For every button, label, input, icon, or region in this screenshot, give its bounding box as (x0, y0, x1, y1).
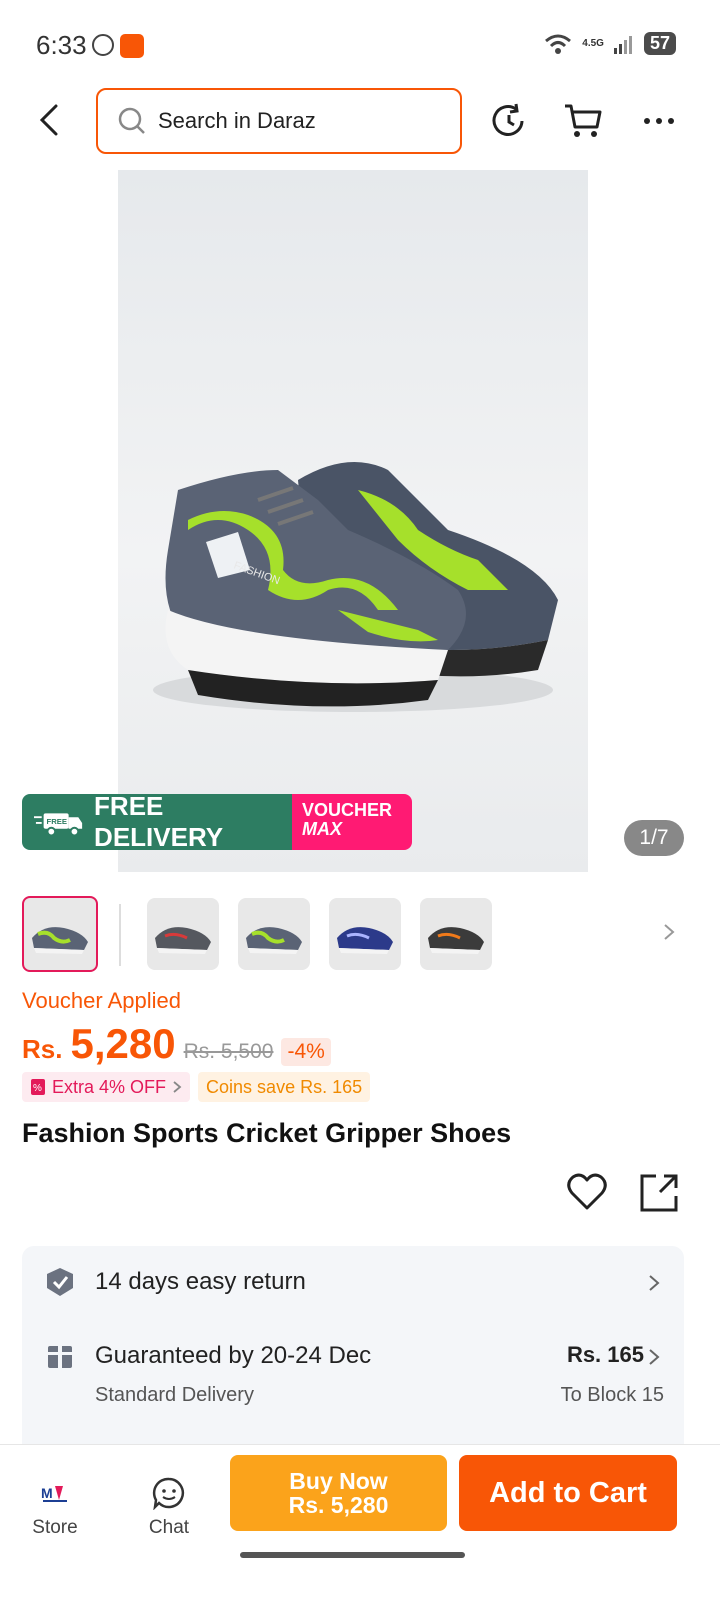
whatsapp-icon (92, 34, 114, 56)
store-logo-icon: M (41, 1485, 67, 1502)
wifi-icon (545, 34, 572, 54)
return-policy-text: 14 days easy return (95, 1268, 306, 1295)
shoe-thumbnail-image (337, 927, 393, 954)
svg-text:M: M (41, 1485, 53, 1501)
heart-icon (567, 1173, 607, 1210)
service-info-card: 14 days easy return Guaranteed by 20-24 … (22, 1246, 684, 1456)
coins-save-text: Coins save Rs. 165 (206, 1076, 363, 1097)
voucher-line2: MAX (302, 819, 342, 839)
buy-now-label: Buy Now (289, 1468, 388, 1494)
thumbnail-strip (22, 896, 702, 972)
offer-chips: % Extra 4% OFF Coins save Rs. 165 (22, 1072, 371, 1102)
share-button[interactable] (638, 1172, 680, 1219)
status-bar: 6:33 4.5G 57 (0, 0, 720, 84)
delivery-guarantee-text: Guaranteed by 20-24 Dec (95, 1342, 372, 1369)
delivery-location: To Block 15 (560, 1384, 664, 1406)
thumbnail-5[interactable] (420, 898, 492, 970)
cart-icon (565, 104, 602, 137)
chat-label: Chat (148, 1517, 190, 1538)
delivery-truck-icon: FREE (34, 813, 83, 837)
shoe-illustration: FASHION (153, 462, 558, 712)
coins-save-chip[interactable]: Coins save Rs. 165 (198, 1072, 371, 1102)
more-options-button[interactable] (638, 100, 680, 142)
add-to-cart-button[interactable]: Add to Cart (459, 1455, 677, 1531)
product-image[interactable]: FASHION (118, 170, 588, 872)
search-input[interactable]: Search in Daraz (96, 88, 462, 154)
free-tag-text: FREE (47, 817, 68, 826)
price-currency: Rs. (22, 1034, 63, 1064)
shoe-thumbnail-image (246, 927, 302, 954)
thumbnail-1[interactable] (22, 896, 98, 972)
thumbnail-3[interactable] (238, 898, 310, 970)
chevron-right-icon (649, 1275, 660, 1291)
more-dots-icon (644, 118, 674, 124)
bottom-action-bar: M Store Chat Buy Now Rs. 5,280 Add to Ca… (0, 1444, 720, 1600)
back-arrow-icon (39, 104, 58, 136)
wishlist-button[interactable] (566, 1172, 608, 1217)
chat-button[interactable]: Chat (124, 1473, 214, 1539)
price-row: Rs. 5,280 Rs. 5,500 -4% (22, 1020, 331, 1072)
search-icon (118, 107, 145, 134)
chevron-right-icon (664, 924, 675, 940)
free-delivery-badge: FREE FREE DELIVERY (22, 794, 292, 850)
cart-button[interactable] (562, 100, 604, 142)
history-icon (492, 103, 524, 136)
thumbnails-next-button[interactable] (662, 922, 676, 947)
network-type: 4.5G (582, 38, 604, 49)
signal-icon (613, 35, 632, 54)
package-icon (48, 1346, 72, 1368)
thumbnail-4[interactable] (329, 898, 401, 970)
back-button[interactable] (30, 100, 70, 140)
return-policy-row[interactable]: 14 days easy return (22, 1246, 684, 1318)
buy-now-price: Rs. 5,280 (288, 1492, 389, 1518)
extra-off-text: Extra 4% OFF (52, 1076, 167, 1097)
thumbnail-2[interactable] (147, 898, 219, 970)
shoe-thumbnail-image (155, 927, 211, 954)
chevron-right-icon (173, 1081, 182, 1093)
store-button[interactable]: M Store (10, 1473, 100, 1539)
voucher-tag-icon: % (31, 1079, 45, 1095)
home-indicator[interactable] (240, 1552, 465, 1558)
status-notification-icons (92, 34, 144, 58)
current-price: 5,280 (70, 1020, 176, 1067)
image-page-counter: 1/7 (624, 820, 684, 856)
shoe-thumbnail-image (32, 927, 88, 954)
discount-badge: -4% (281, 1038, 331, 1066)
thumbnail-divider (119, 904, 121, 966)
delivery-fee: Rs. 165 (566, 1342, 644, 1367)
shield-check-icon (47, 1268, 73, 1296)
svg-text:%: % (33, 1083, 42, 1094)
product-title: Fashion Sports Cricket Gripper Shoes (22, 1118, 512, 1148)
original-price: Rs. 5,500 (183, 1040, 274, 1063)
history-button[interactable] (488, 100, 530, 142)
app-notification-icon (120, 34, 144, 58)
voucher-applied-label: Voucher Applied (22, 988, 182, 1013)
status-indicators: 4.5G 57 (544, 32, 676, 55)
delivery-row[interactable]: Guaranteed by 20-24 Dec Standard Deliver… (22, 1326, 684, 1416)
search-placeholder: Search in Daraz (158, 108, 316, 133)
promo-banner: FREE FREE DELIVERY VOUCHER MAX (22, 794, 412, 850)
share-icon (640, 1174, 678, 1212)
chat-icon (152, 1477, 185, 1510)
store-label: Store (32, 1517, 78, 1538)
voucher-line1: VOUCHER (302, 800, 393, 820)
extra-off-chip[interactable]: % Extra 4% OFF (22, 1072, 191, 1102)
free-delivery-text: FREE DELIVERY (94, 794, 224, 850)
delivery-type-text: Standard Delivery (95, 1384, 254, 1406)
buy-now-button[interactable]: Buy Now Rs. 5,280 (230, 1455, 447, 1531)
top-header: Search in Daraz (0, 86, 720, 156)
chevron-right-icon (649, 1349, 660, 1365)
shoe-thumbnail-image (428, 927, 484, 954)
status-time: 6:33 (36, 30, 87, 60)
voucher-max-badge: VOUCHER MAX (292, 794, 412, 850)
battery-level: 57 (643, 32, 676, 55)
